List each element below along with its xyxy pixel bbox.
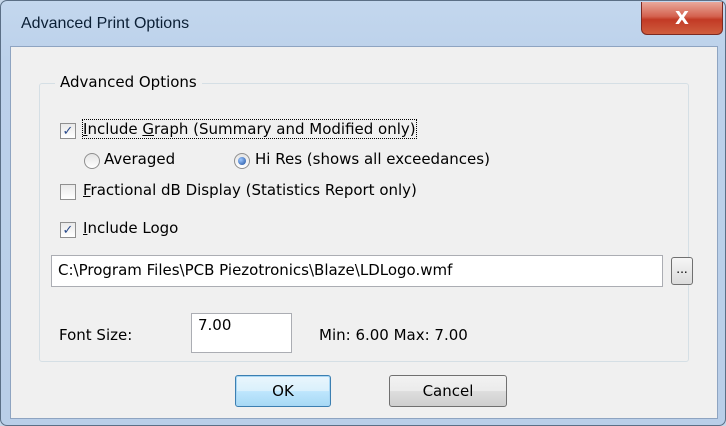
hi-res-radio[interactable]: [234, 153, 250, 169]
include-logo-checkbox[interactable]: ✓: [60, 222, 76, 238]
include-graph-checkbox[interactable]: ✓: [60, 123, 76, 139]
font-size-input[interactable]: 7.00: [191, 313, 292, 353]
cancel-button-label: Cancel: [422, 382, 474, 400]
averaged-radio[interactable]: [84, 153, 100, 169]
window-title: Advanced Print Options: [21, 15, 190, 32]
averaged-label[interactable]: Averaged: [104, 150, 175, 168]
fractional-db-label[interactable]: Fractional dB Display (Statistics Report…: [83, 181, 417, 199]
cancel-button[interactable]: Cancel: [389, 375, 507, 407]
close-icon: X: [675, 7, 689, 29]
include-logo-label[interactable]: Include Logo: [83, 219, 178, 237]
group-label: Advanced Options: [55, 73, 202, 91]
ok-button[interactable]: OK: [235, 375, 331, 407]
font-size-label: Font Size:: [59, 326, 133, 344]
font-size-range: Min: 6.00 Max: 7.00: [319, 326, 468, 344]
dialog-window: Advanced Print Options X Advanced Option…: [0, 0, 726, 426]
include-graph-label[interactable]: Include Graph (Summary and Modified only…: [82, 119, 417, 139]
radio-selected-dot-icon: [238, 157, 246, 165]
ok-button-label: OK: [272, 382, 294, 400]
hi-res-label[interactable]: Hi Res (shows all exceedances): [255, 150, 490, 168]
checkmark-icon: ✓: [62, 222, 74, 238]
checkmark-icon: ✓: [62, 123, 74, 139]
dialog-client-area: Advanced Options ✓ Include Graph (Summar…: [10, 46, 718, 419]
close-button[interactable]: X: [641, 2, 723, 35]
fractional-db-checkbox[interactable]: [60, 184, 76, 200]
browse-button[interactable]: ...: [671, 257, 693, 285]
logo-path-input[interactable]: C:\Program Files\PCB Piezotronics\Blaze\…: [51, 255, 663, 287]
